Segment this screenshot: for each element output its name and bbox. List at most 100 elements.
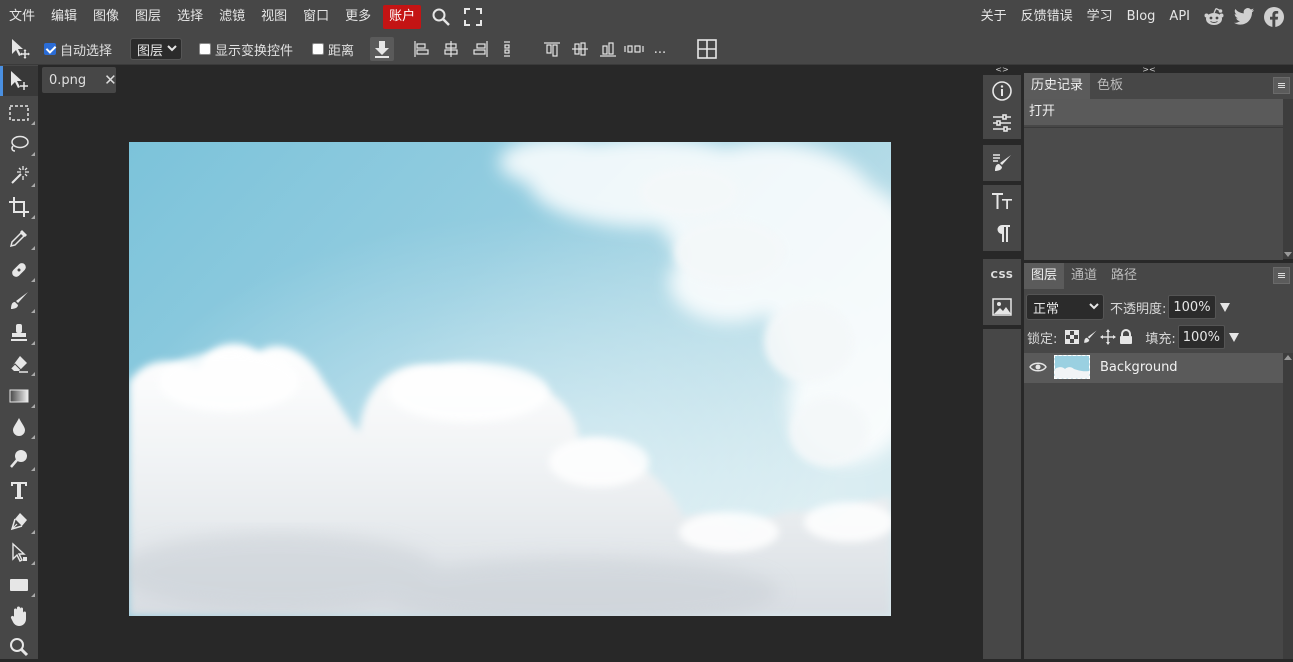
- opacity-input[interactable]: 100%: [1168, 295, 1216, 319]
- distribute-horizontal-icon[interactable]: [622, 37, 646, 61]
- healing-brush-tool-icon[interactable]: [0, 255, 38, 285]
- history-item[interactable]: 打开: [1024, 99, 1283, 125]
- panel-icon-column: <> CSS ><: [981, 65, 1156, 659]
- eyedropper-tool-icon[interactable]: [0, 223, 38, 253]
- crop-tool-icon[interactable]: [0, 192, 38, 222]
- fullscreen-icon[interactable]: [461, 5, 485, 29]
- lock-pixels-icon[interactable]: [1081, 328, 1099, 346]
- marquee-tool-icon[interactable]: [0, 98, 38, 128]
- move-tool-icon[interactable]: [0, 66, 38, 96]
- zoom-tool-icon[interactable]: [0, 632, 38, 662]
- pen-tool-icon[interactable]: [0, 507, 38, 537]
- opacity-dropdown-icon[interactable]: [1219, 302, 1230, 312]
- lock-position-icon[interactable]: [1099, 328, 1117, 346]
- distance-label: 距离: [328, 43, 355, 59]
- distance-check[interactable]: [312, 43, 324, 55]
- download-icon[interactable]: [370, 37, 394, 61]
- menu-filter[interactable]: 滤镜: [211, 5, 253, 29]
- lasso-tool-icon[interactable]: [0, 129, 38, 159]
- align-right-icon[interactable]: [469, 37, 493, 61]
- eye-icon[interactable]: [1029, 360, 1047, 378]
- layer-target-value: 图层: [137, 43, 164, 59]
- align-middle-icon[interactable]: [568, 37, 592, 61]
- layers-menu-icon[interactable]: [1273, 267, 1290, 284]
- menu-window[interactable]: 窗口: [295, 5, 337, 29]
- align-top-icon[interactable]: [540, 37, 564, 61]
- menu-report-bug[interactable]: 反馈错误: [1014, 5, 1080, 29]
- align-left-icon[interactable]: [409, 37, 433, 61]
- opacity-label: 不透明度:: [1110, 301, 1167, 317]
- menu-layer[interactable]: 图层: [127, 5, 169, 29]
- eraser-tool-icon[interactable]: [0, 349, 38, 379]
- lock-label: 锁定:: [1027, 331, 1058, 347]
- hand-tool-icon[interactable]: [0, 601, 38, 631]
- twitter-icon[interactable]: [1231, 5, 1257, 29]
- paragraph-icon[interactable]: [983, 217, 1021, 249]
- brush-settings-icon[interactable]: [983, 145, 1021, 181]
- menu-about[interactable]: 关于: [974, 5, 1014, 29]
- align-center-icon[interactable]: [439, 37, 463, 61]
- tab-paths[interactable]: 路径: [1104, 263, 1144, 289]
- align-bottom-icon[interactable]: [596, 37, 620, 61]
- show-transform-check[interactable]: [199, 43, 211, 55]
- layers-scrollbar[interactable]: [1283, 353, 1293, 659]
- fill-label: 填充:: [1145, 331, 1176, 347]
- path-select-tool-icon[interactable]: [0, 538, 38, 568]
- character-icon[interactable]: [983, 185, 1021, 217]
- fill-dropdown-icon[interactable]: [1228, 332, 1239, 342]
- gradient-tool-icon[interactable]: [0, 381, 38, 411]
- search-icon[interactable]: [429, 5, 453, 29]
- blur-tool-icon[interactable]: [0, 412, 38, 442]
- image-icon[interactable]: [983, 291, 1021, 323]
- sky-clouds-image: [129, 142, 891, 616]
- text-tool-icon[interactable]: [0, 475, 38, 505]
- auto-select-check[interactable]: [44, 43, 56, 55]
- collapse-panels-toggle[interactable]: <>: [981, 65, 1023, 75]
- distribute-vertical-icon[interactable]: [495, 37, 519, 61]
- grid-icon[interactable]: [695, 37, 719, 61]
- adjustments-icon[interactable]: [983, 107, 1021, 139]
- more-options-button[interactable]: ...: [648, 37, 672, 61]
- tool-bar: [0, 65, 38, 659]
- reddit-icon[interactable]: [1201, 5, 1227, 29]
- magic-wand-tool-icon[interactable]: [0, 160, 38, 190]
- blend-mode-select[interactable]: 正常: [1026, 294, 1104, 320]
- menu-edit[interactable]: 编辑: [43, 5, 85, 29]
- menu-file[interactable]: 文件: [1, 5, 43, 29]
- css-icon[interactable]: CSS: [983, 259, 1021, 291]
- menu-learn[interactable]: 学习: [1080, 5, 1120, 29]
- menu-image[interactable]: 图像: [85, 5, 127, 29]
- tab-channels[interactable]: 通道: [1064, 263, 1104, 289]
- layer-row[interactable]: Background: [1024, 353, 1283, 383]
- image-canvas[interactable]: [129, 142, 891, 616]
- menu-api[interactable]: API: [1162, 5, 1197, 29]
- blend-mode-value: 正常: [1033, 301, 1060, 317]
- options-bar: 自动选择 图层 显示变换控件 距离 ...: [0, 34, 1293, 65]
- layer-target-select[interactable]: 图层: [130, 38, 183, 60]
- tab-history[interactable]: 历史记录: [1024, 73, 1091, 99]
- clone-stamp-tool-icon[interactable]: [0, 318, 38, 348]
- fill-input[interactable]: 100%: [1177, 325, 1225, 349]
- distance-checkbox[interactable]: 距离: [312, 34, 354, 64]
- auto-select-checkbox[interactable]: 自动选择: [44, 34, 112, 64]
- layer-name[interactable]: Background: [1100, 353, 1178, 383]
- account-button[interactable]: 账户: [383, 5, 422, 29]
- show-transform-checkbox[interactable]: 显示变换控件: [199, 34, 293, 64]
- history-menu-icon[interactable]: [1273, 77, 1290, 94]
- tab-layers[interactable]: 图层: [1024, 263, 1065, 289]
- tab-swatches[interactable]: 色板: [1090, 73, 1130, 99]
- dodge-tool-icon[interactable]: [0, 444, 38, 474]
- lock-transparency-icon[interactable]: [1063, 328, 1081, 346]
- menu-blog[interactable]: Blog: [1120, 5, 1163, 29]
- close-icon[interactable]: ✕: [104, 71, 117, 89]
- document-tab[interactable]: 0.png ✕: [42, 67, 117, 93]
- menu-more[interactable]: 更多: [337, 5, 379, 29]
- info-icon[interactable]: [983, 75, 1021, 107]
- menu-select[interactable]: 选择: [169, 5, 211, 29]
- history-scrollbar[interactable]: [1283, 99, 1293, 259]
- lock-all-icon[interactable]: [1117, 328, 1135, 346]
- menu-view[interactable]: 视图: [253, 5, 295, 29]
- facebook-icon[interactable]: [1261, 5, 1287, 29]
- brush-tool-icon[interactable]: [0, 286, 38, 316]
- rectangle-tool-icon[interactable]: [0, 570, 38, 600]
